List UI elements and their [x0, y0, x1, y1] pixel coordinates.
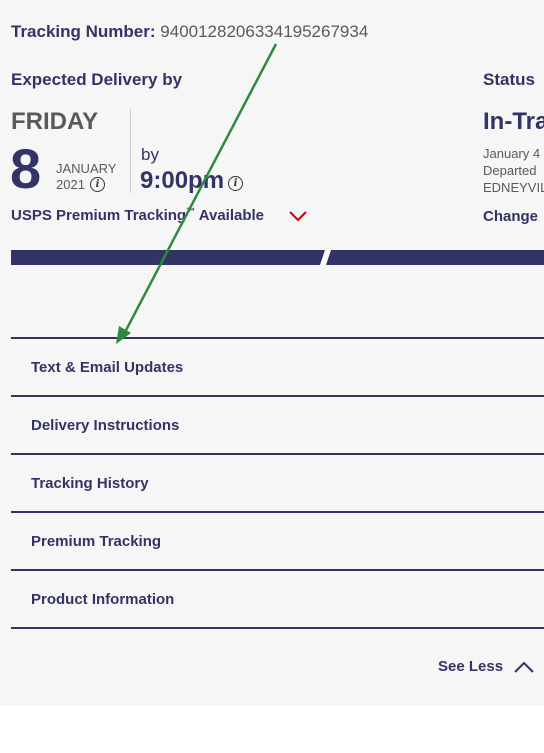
accordion-item-label: Tracking History — [31, 475, 149, 492]
delivery-time: 9:00pm — [140, 167, 225, 194]
delivery-year: 2021 — [56, 177, 85, 192]
tracking-number-label: Tracking Number: — [11, 22, 156, 41]
accordion-item-label: Product Information — [31, 591, 175, 608]
info-icon[interactable]: i — [228, 176, 243, 191]
status-value: In-Tra — [483, 108, 544, 135]
accordion-item-label: Premium Tracking — [31, 533, 162, 550]
delivery-date: 8 — [10, 137, 42, 200]
status-detail-date: January 4 — [483, 146, 541, 161]
vertical-divider — [130, 109, 131, 193]
chevron-up-icon[interactable] — [513, 660, 535, 674]
premium-tracking-toggle[interactable]: USPS Premium Tracking™ Available — [11, 206, 264, 224]
delivery-month: JANUARY — [56, 161, 117, 176]
trademark-mark: ™ — [186, 206, 196, 216]
tracking-number-line: Tracking Number: 9400128206334195267934 — [11, 22, 368, 42]
accordion-item-product-information[interactable]: Product Information — [11, 571, 544, 629]
delivery-time-wrap: 9:00pm i — [140, 167, 243, 195]
tracking-number-value: 9400128206334195267934 — [160, 22, 369, 41]
progress-bar — [11, 250, 544, 265]
accordion-item-label: Text & Email Updates — [31, 359, 184, 376]
by-label: by — [141, 145, 159, 164]
see-less-button[interactable]: See Less — [438, 658, 503, 675]
change-delivery-link[interactable]: Change — [483, 208, 538, 225]
premium-tracking-text: USPS Premium Tracking — [11, 207, 187, 224]
tracking-panel: Tracking Number: 9400128206334195267934 … — [0, 0, 544, 706]
status-detail-location: EDNEYVIL — [483, 180, 544, 195]
accordion-item-premium-tracking[interactable]: Premium Tracking — [11, 513, 544, 571]
delivery-year-wrap: 2021 i — [56, 177, 105, 192]
premium-tracking-suffix: Available — [198, 207, 265, 224]
chevron-down-icon[interactable] — [289, 210, 307, 222]
accordion-item-delivery-instructions[interactable]: Delivery Instructions — [11, 397, 544, 455]
accordion-item-label: Delivery Instructions — [31, 417, 180, 434]
status-heading: Status — [483, 70, 535, 89]
info-icon[interactable]: i — [90, 177, 105, 192]
expected-delivery-heading: Expected Delivery by — [11, 70, 183, 89]
accordion-menu: Text & Email Updates Delivery Instructio… — [11, 337, 544, 629]
delivery-day: FRIDAY — [11, 108, 99, 135]
accordion-item-tracking-history[interactable]: Tracking History — [11, 455, 544, 513]
status-detail-event: Departed — [483, 163, 537, 178]
progress-segment-1 — [11, 250, 544, 265]
accordion-item-text-email-updates[interactable]: Text & Email Updates — [11, 339, 544, 397]
